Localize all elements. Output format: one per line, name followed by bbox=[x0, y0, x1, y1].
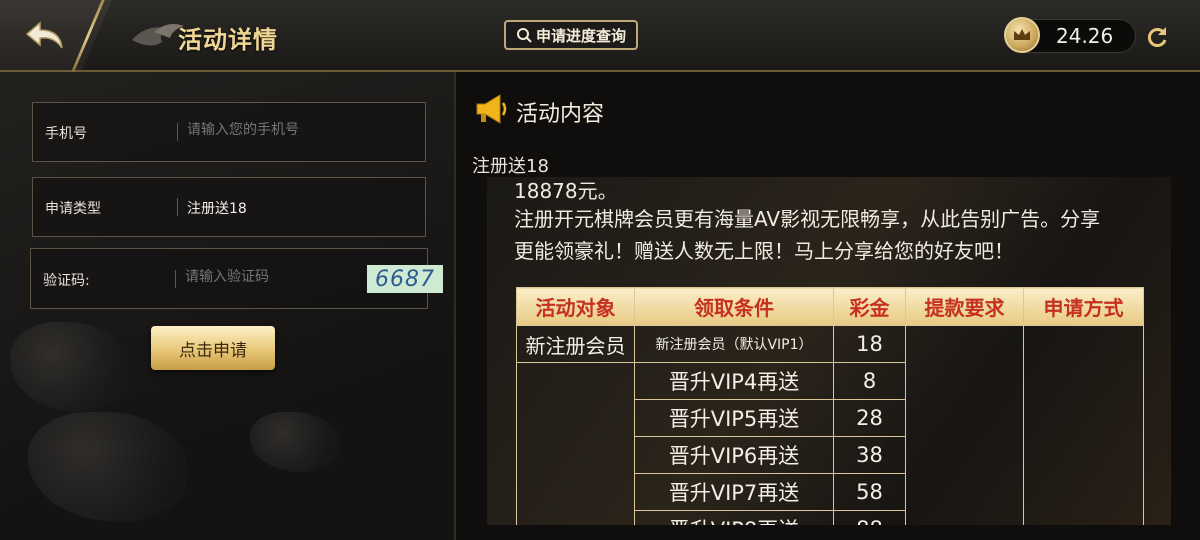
progress-query-label: 申请进度查询 bbox=[535, 26, 626, 45]
field-separator bbox=[175, 270, 176, 288]
activity-name: 注册送18 bbox=[472, 156, 549, 177]
table-cell-bonus: 38 bbox=[833, 436, 906, 474]
back-arrow-icon bbox=[25, 21, 63, 49]
balance-amount: 24.26 bbox=[1056, 24, 1114, 48]
table-cell-condition: 晋升VIP8再送 bbox=[634, 510, 834, 525]
table-cell-condition: 晋升VIP6再送 bbox=[634, 436, 834, 474]
table-header: 申请方式 bbox=[1023, 287, 1144, 326]
top-bar: 活动详情 申请进度查询 24.26 bbox=[0, 0, 1200, 74]
phone-input[interactable] bbox=[187, 122, 407, 138]
activity-poster: 18878元。 注册开元棋牌会员更有海量AV影视无限畅享，从此告别广告。分享 更… bbox=[487, 177, 1171, 525]
crown-coin-icon bbox=[1004, 17, 1040, 53]
captcha-image[interactable]: 6687 bbox=[367, 265, 443, 293]
table-cell-withdraw bbox=[905, 325, 1024, 525]
table-row: 新注册会员 新注册会员（默认VIP1） 18 bbox=[516, 325, 1144, 525]
table-header: 彩金 bbox=[833, 287, 906, 326]
apply-type-value: 注册送18 bbox=[187, 201, 247, 217]
apply-submit-label: 点击申请 bbox=[179, 340, 247, 361]
table-cell-condition: 晋升VIP7再送 bbox=[634, 473, 834, 511]
table-cell-condition: 晋升VIP5再送 bbox=[634, 399, 834, 437]
captcha-field: 验证码: 6687 bbox=[30, 248, 443, 309]
application-form-panel: 手机号 申请类型 注册送18 验证码: 6687 点击申请 bbox=[0, 72, 454, 540]
table-cell-target: 新注册会员 bbox=[516, 325, 635, 363]
table-cell-condition: 新注册会员（默认VIP1） bbox=[634, 325, 834, 363]
table-header: 提款要求 bbox=[905, 287, 1024, 326]
apply-type-label: 申请类型 bbox=[45, 201, 101, 217]
back-button[interactable] bbox=[24, 20, 66, 52]
field-separator bbox=[177, 198, 178, 216]
table-header: 活动对象 bbox=[516, 287, 635, 326]
phone-field: 手机号 bbox=[32, 102, 426, 162]
apply-type-field[interactable]: 申请类型 注册送18 bbox=[32, 177, 426, 237]
decor-rock bbox=[10, 322, 130, 412]
activity-content-panel: 活动内容 注册送18 18878元。 注册开元棋牌会员更有海量AV影视无限畅享，… bbox=[456, 72, 1200, 540]
section-title: 活动内容 bbox=[516, 102, 605, 127]
poster-text-line: 18878元。 bbox=[514, 179, 618, 203]
search-icon bbox=[516, 28, 532, 43]
phone-label: 手机号 bbox=[45, 126, 87, 142]
poster-text-line: 更能领豪礼！赠送人数无上限！马上分享给您的好友吧！ bbox=[514, 239, 1014, 263]
table-cell-bonus: 18 bbox=[833, 325, 906, 363]
table-cell-target-empty bbox=[516, 362, 635, 525]
bonus-table: 活动对象 领取条件 彩金 提款要求 申请方式 新注册会员 新注册会员（默认VIP… bbox=[516, 287, 1144, 525]
captcha-label: 验证码: bbox=[43, 273, 90, 289]
table-header-row: 活动对象 领取条件 彩金 提款要求 申请方式 bbox=[516, 287, 1144, 326]
refresh-icon bbox=[1147, 27, 1167, 47]
progress-query-button[interactable]: 申请进度查询 bbox=[504, 20, 638, 50]
refresh-button[interactable] bbox=[1144, 24, 1170, 50]
horn-icon bbox=[476, 94, 507, 124]
table-header: 领取条件 bbox=[634, 287, 834, 326]
decor-rock bbox=[28, 412, 188, 522]
table-cell-method bbox=[1023, 325, 1144, 525]
table-cell-condition: 晋升VIP4再送 bbox=[634, 362, 834, 400]
table-cell-bonus: 88 bbox=[833, 510, 906, 525]
table-cell-bonus: 8 bbox=[833, 362, 906, 400]
apply-submit-button[interactable]: 点击申请 bbox=[151, 326, 275, 370]
table-cell-bonus: 28 bbox=[833, 399, 906, 437]
table-cell-bonus: 58 bbox=[833, 473, 906, 511]
poster-text-line: 注册开元棋牌会员更有海量AV影视无限畅享，从此告别广告。分享 bbox=[514, 207, 1101, 231]
field-separator bbox=[177, 123, 178, 141]
page-title: 活动详情 bbox=[178, 26, 278, 54]
decor-rock bbox=[250, 412, 340, 472]
captcha-input[interactable] bbox=[185, 269, 345, 285]
